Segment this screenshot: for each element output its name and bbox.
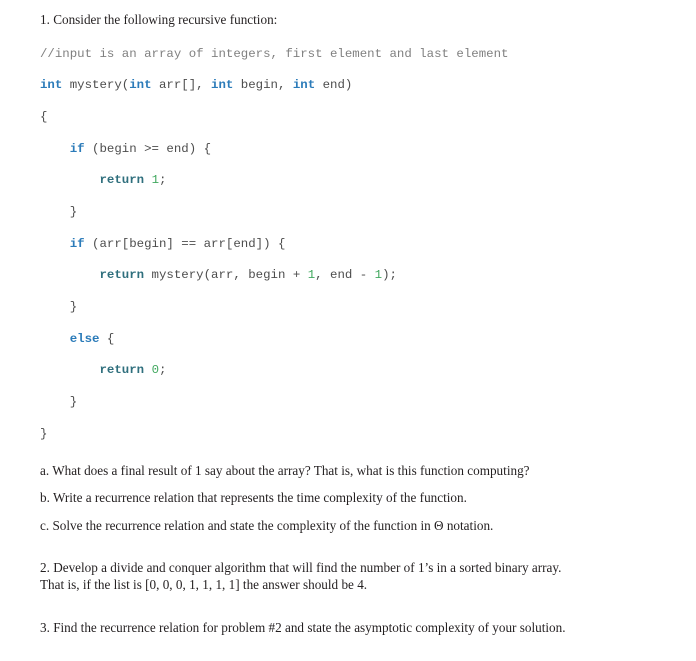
spacer-before-question-1c: [40, 507, 660, 518]
question-1c: c. Solve the recurrence relation and sta…: [40, 517, 494, 533]
document-page: 1. Consider the following recursive func…: [0, 0, 696, 635]
code-token-plain: (begin >= end) {: [84, 141, 212, 156]
code-token-plain: );: [382, 268, 397, 283]
code-line: }: [40, 427, 660, 443]
code-line: {: [40, 110, 660, 126]
code-token-punct: }: [40, 300, 78, 314]
code-line: }: [40, 300, 660, 316]
question-1b: b. Write a recurrence relation that repr…: [40, 490, 467, 506]
code-token-num: 1: [374, 268, 383, 283]
spacer-before-question-3: [40, 593, 660, 620]
code-token-kw: int: [129, 78, 152, 93]
code-token-plain: arr[],: [151, 78, 212, 93]
code-token-return: return: [99, 173, 145, 188]
code-token-num: 1: [151, 173, 159, 188]
code-token-num: 0: [151, 363, 159, 378]
code-token-punct: {: [40, 109, 48, 124]
code-line: }: [40, 205, 660, 221]
code-token-plain: end): [315, 78, 353, 93]
code-token-plain: , end -: [315, 268, 375, 283]
spacer-before-question-2: [40, 534, 660, 560]
question-3: 3. Find the recurrence relation for prob…: [40, 620, 566, 636]
code-line: }: [40, 395, 660, 411]
code-token-comment: //input is an array of integers, first e…: [40, 46, 509, 61]
code-line: return mystery(arr, begin + 1, end - 1);: [40, 268, 660, 284]
code-token-plain: (arr[begin] == arr[end]) {: [84, 236, 286, 251]
code-token-return: return: [99, 268, 145, 283]
code-token-plain: mystery(arr, begin +: [144, 268, 308, 283]
code-token-punct: }: [40, 395, 78, 410]
code-token-kw: if: [69, 141, 85, 156]
code-line: return 0;: [40, 363, 660, 379]
code-line: if (arr[begin] == arr[end]) {: [40, 237, 660, 253]
code-token-plain: ;: [159, 363, 167, 378]
question-2-line-2: That is, if the list is [0, 0, 0, 1, 1, …: [40, 576, 368, 592]
spacer-before-question-1b: [40, 479, 660, 490]
code-token-plain: ;: [159, 173, 167, 188]
code-token-kw: if: [69, 236, 85, 251]
code-line: if (begin >= end) {: [40, 142, 660, 158]
code-token-plain: {: [99, 331, 115, 346]
question-2-line-1: 2. Develop a divide and conquer algorith…: [40, 560, 562, 576]
spacer-after-intro: [40, 29, 660, 47]
code-line: return 1;: [40, 173, 660, 189]
code-token-punct: }: [40, 426, 48, 441]
spacer-before-question-1a: [40, 443, 660, 463]
code-token-kw: int: [211, 78, 234, 93]
code-line: //input is an array of integers, first e…: [40, 47, 660, 63]
code-token-punct: }: [40, 204, 78, 219]
code-token-kw: else: [69, 331, 100, 346]
code-token-return: return: [99, 363, 145, 378]
code-lines: //input is an array of integers, first e…: [40, 47, 660, 443]
code-line: int mystery(int arr[], int begin, int en…: [40, 78, 660, 94]
question-1a: a. What does a final result of 1 say abo…: [40, 462, 530, 478]
code-token-plain: begin,: [233, 78, 293, 93]
code-token-kw: int: [292, 78, 316, 93]
code-line: else {: [40, 332, 660, 348]
code-token-kw: int: [40, 78, 63, 93]
code-block-mystery: //input is an array of integers, first e…: [40, 47, 660, 443]
problem-1-intro: 1. Consider the following recursive func…: [40, 12, 278, 27]
document-content: 1. Consider the following recursive func…: [40, 12, 660, 637]
code-token-plain: mystery(: [62, 78, 130, 93]
